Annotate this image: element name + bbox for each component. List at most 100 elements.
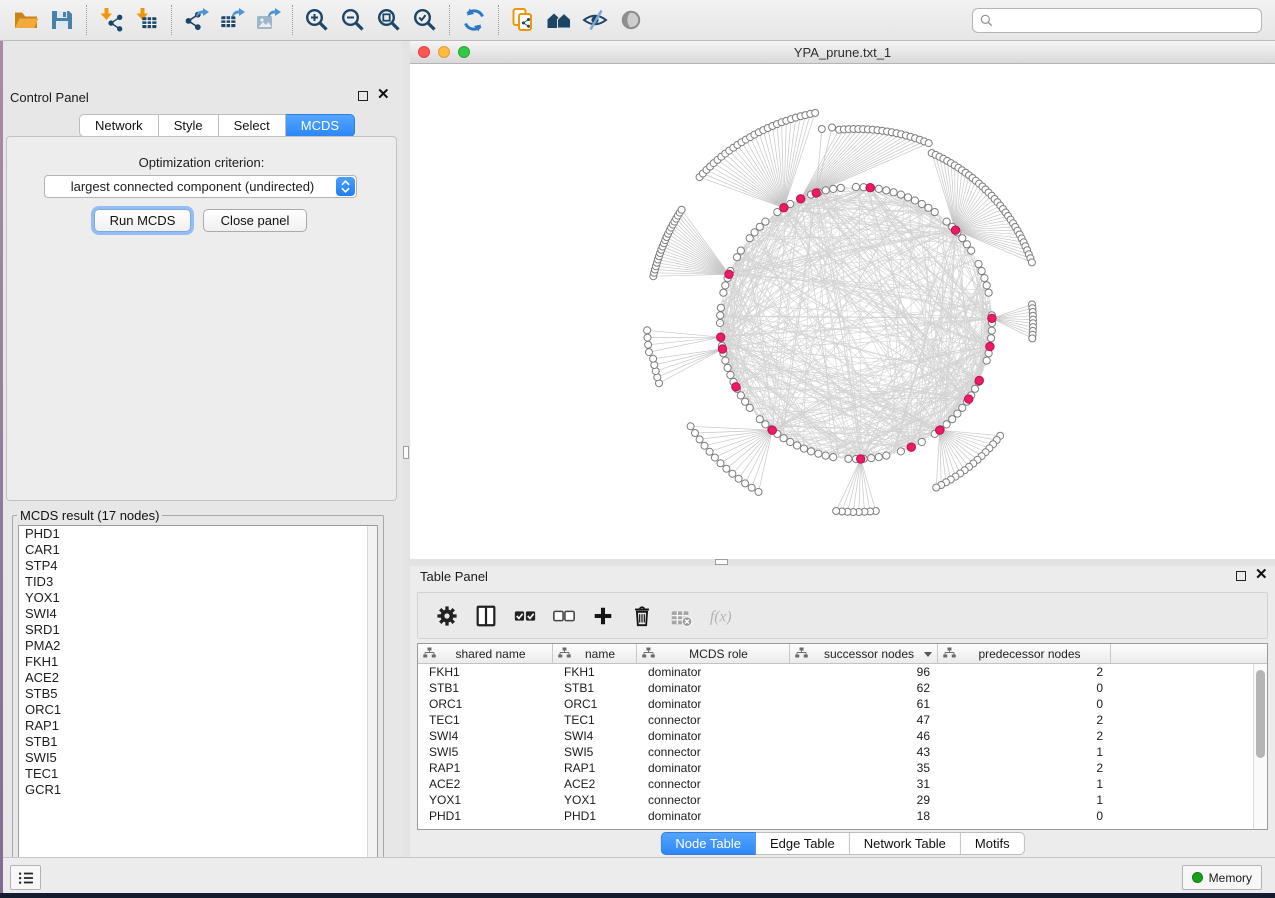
cell-successor-nodes[interactable]: 46 — [790, 728, 938, 744]
network-node[interactable] — [737, 247, 744, 254]
network-node[interactable] — [983, 357, 990, 364]
cell-MCDS-role[interactable]: connector — [637, 792, 790, 808]
network-node[interactable] — [904, 194, 911, 201]
network-node[interactable] — [918, 438, 925, 445]
tab-style[interactable]: Style — [159, 114, 219, 137]
cell-predecessor-nodes[interactable]: 0 — [938, 808, 1111, 824]
column-header-name[interactable]: name — [553, 644, 637, 663]
network-node[interactable] — [692, 430, 699, 437]
network-node[interactable] — [735, 475, 742, 482]
table-row[interactable]: ORC1ORC1dominator610 — [418, 696, 1267, 712]
network-node[interactable] — [931, 209, 938, 216]
cell-shared-name[interactable]: ACE2 — [418, 776, 553, 792]
cell-name[interactable]: FKH1 — [553, 664, 637, 680]
tab-mcds[interactable]: MCDS — [286, 114, 355, 137]
mcds-network-node[interactable] — [768, 426, 776, 434]
cell-MCDS-role[interactable]: dominator — [637, 808, 790, 824]
network-node[interactable] — [722, 282, 729, 289]
network-node[interactable] — [968, 247, 975, 254]
network-node[interactable] — [696, 436, 703, 443]
mcds-network-node[interactable] — [986, 342, 994, 350]
cell-shared-name[interactable]: SWI5 — [418, 744, 553, 760]
cell-MCDS-role[interactable]: dominator — [637, 696, 790, 712]
network-node[interactable] — [756, 416, 763, 423]
mcds-result-node[interactable]: CAR1 — [19, 542, 377, 558]
network-node[interactable] — [925, 140, 932, 147]
network-node[interactable] — [717, 460, 724, 467]
zoom-fit-button[interactable] — [371, 3, 407, 37]
network-node[interactable] — [701, 442, 708, 449]
mcds-network-node[interactable] — [866, 184, 874, 192]
mcds-network-node[interactable] — [936, 426, 944, 434]
float-panel-icon[interactable] — [1236, 571, 1246, 581]
task-history-button[interactable] — [10, 865, 41, 890]
clone-network-button[interactable] — [505, 3, 541, 37]
network-node[interactable] — [829, 124, 836, 131]
column-header-MCDS-role[interactable]: MCDS role — [637, 644, 790, 663]
network-node[interactable] — [815, 450, 822, 457]
network-node[interactable] — [852, 183, 859, 190]
table-row[interactable]: STB1STB1dominator620 — [418, 680, 1267, 696]
mcds-network-node[interactable] — [988, 314, 996, 322]
horizontal-splitter[interactable] — [410, 559, 1275, 566]
tab-edge-table[interactable]: Edge Table — [756, 832, 850, 855]
network-node[interactable] — [1028, 259, 1035, 266]
mcds-result-node[interactable]: FKH1 — [19, 654, 377, 670]
cell-MCDS-role[interactable]: dominator — [637, 664, 790, 680]
cell-shared-name[interactable]: STB1 — [418, 680, 553, 696]
mcds-result-node[interactable]: TID3 — [19, 574, 377, 590]
columns-button[interactable] — [471, 601, 501, 631]
select-all-button[interactable] — [510, 601, 540, 631]
cell-name[interactable]: PHD1 — [553, 808, 637, 824]
float-panel-icon[interactable] — [358, 91, 368, 101]
table-row[interactable]: SWI5SWI5connector431 — [418, 744, 1267, 760]
network-node[interactable] — [918, 200, 925, 207]
network-node[interactable] — [830, 185, 837, 192]
cell-MCDS-role[interactable]: dominator — [637, 760, 790, 776]
column-header-predecessor-nodes[interactable]: predecessor nodes — [938, 644, 1111, 663]
memory-button[interactable]: Memory — [1182, 865, 1262, 890]
cell-predecessor-nodes[interactable]: 2 — [938, 760, 1111, 776]
network-node[interactable] — [983, 282, 990, 289]
network-node[interactable] — [755, 488, 762, 495]
zoom-selected-button[interactable] — [407, 3, 443, 37]
mcds-result-node[interactable]: PMA2 — [19, 638, 377, 654]
cell-name[interactable]: SWI4 — [553, 728, 637, 744]
mcds-result-node[interactable]: STP4 — [19, 558, 377, 574]
tab-network[interactable]: Network — [79, 114, 159, 137]
mcds-result-list[interactable]: PHD1CAR1STP4TID3YOX1SWI4SRD1PMA2FKH1ACE2… — [18, 525, 378, 872]
network-node[interactable] — [727, 371, 734, 378]
tab-node-table[interactable]: Node Table — [660, 832, 756, 855]
cell-name[interactable]: ACE2 — [553, 776, 637, 792]
search-box[interactable] — [972, 8, 1262, 33]
cell-successor-nodes[interactable]: 43 — [790, 744, 938, 760]
tab-select[interactable]: Select — [219, 114, 286, 137]
mcds-result-node[interactable]: SWI4 — [19, 606, 377, 622]
cell-shared-name[interactable]: FKH1 — [418, 664, 553, 680]
network-node[interactable] — [822, 452, 829, 459]
cell-predecessor-nodes[interactable]: 0 — [938, 696, 1111, 712]
network-node[interactable] — [742, 398, 749, 405]
mcds-result-node[interactable]: SWI5 — [19, 750, 377, 766]
network-node[interactable] — [988, 335, 995, 342]
network-node[interactable] — [963, 241, 970, 248]
network-node[interactable] — [678, 206, 685, 213]
cell-successor-nodes[interactable]: 35 — [790, 760, 938, 776]
cell-predecessor-nodes[interactable]: 2 — [938, 664, 1111, 680]
mcds-network-node[interactable] — [975, 376, 983, 384]
network-node[interactable] — [645, 341, 652, 348]
network-node[interactable] — [897, 191, 904, 198]
table-row[interactable]: ACE2ACE2connector311 — [418, 776, 1267, 792]
cell-predecessor-nodes[interactable]: 2 — [938, 728, 1111, 744]
network-node[interactable] — [868, 455, 875, 462]
network-node[interactable] — [837, 184, 844, 191]
network-node[interactable] — [720, 289, 727, 296]
table-row[interactable]: SWI4SWI4dominator462 — [418, 728, 1267, 744]
network-node[interactable] — [925, 204, 932, 211]
table-row[interactable]: TEC1TEC1connector472 — [418, 712, 1267, 728]
network-node[interactable] — [875, 454, 882, 461]
mcds-network-node[interactable] — [725, 270, 733, 278]
network-node[interactable] — [787, 438, 794, 445]
network-node[interactable] — [800, 445, 807, 452]
mcds-result-node[interactable]: STB5 — [19, 686, 377, 702]
